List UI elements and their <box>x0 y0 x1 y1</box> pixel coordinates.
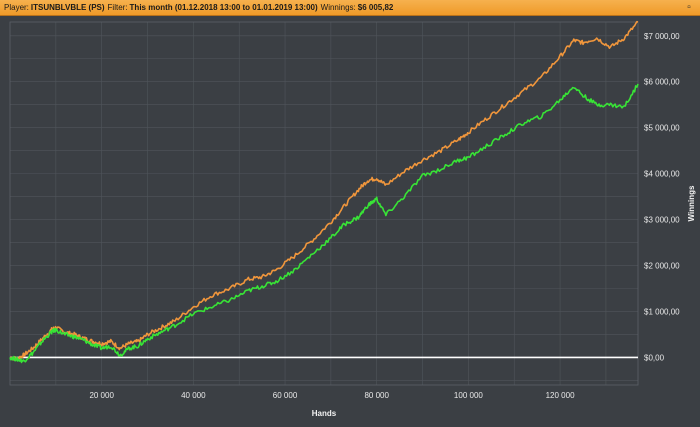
x-tick-label: 80 000 <box>364 391 389 400</box>
y-tick-label: $1 000,00 <box>644 307 680 316</box>
filter-value: This month (01.12.2018 13:00 to 01.01.20… <box>129 3 318 12</box>
y-tick-label: $4 000,00 <box>644 170 680 179</box>
y-tick-label: $7 000,00 <box>644 32 680 41</box>
y-tick-label: $5 000,00 <box>644 124 680 133</box>
y-axis-tick-labels: $0,00 $1 000,00 $2 000,00 $3 000,00 $4 000,0… <box>644 32 680 363</box>
winnings-label: Winnings: <box>320 3 356 12</box>
filter-label: Filter: <box>107 3 128 12</box>
player-label: Player: <box>4 3 29 12</box>
x-tick-label: 20 000 <box>89 391 114 400</box>
x-tick-label: 120 000 <box>546 391 575 400</box>
plot-area <box>10 22 638 385</box>
y-tick-label: $6 000,00 <box>644 78 680 87</box>
x-axis-title: Hands <box>312 409 337 418</box>
player-value: ITSUNBLVBLE (PS) <box>30 3 105 12</box>
x-axis-tick-labels: 20 000 40 000 60 000 80 000 100 000 120 000 <box>89 391 575 400</box>
winnings-chart: 20 000 40 000 60 000 80 000 100 000 120 000 $… <box>9 20 696 418</box>
window-control-icon[interactable]: ▫ <box>684 0 694 15</box>
x-tick-label: 60 000 <box>273 391 298 400</box>
x-tick-label: 40 000 <box>181 391 206 400</box>
y-axis-title: Winnings <box>687 185 696 221</box>
winnings-value: $6 005,82 <box>357 3 394 12</box>
x-tick-label: 100 000 <box>454 391 483 400</box>
y-tick-label: $0,00 <box>644 353 665 362</box>
chart-header-bar: Player: ITSUNBLVBLE (PS) Filter: This month… <box>0 0 700 16</box>
y-tick-label: $3 000,00 <box>644 216 680 225</box>
y-tick-label: $2 000,00 <box>644 262 680 271</box>
